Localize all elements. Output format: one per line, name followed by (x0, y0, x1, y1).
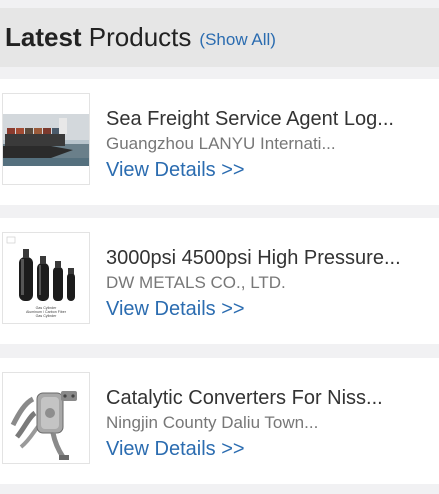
product-card: Sea Freight Service Agent Log... Guangzh… (0, 79, 439, 205)
product-thumbnail[interactable] (2, 93, 90, 185)
section-title-rest: Products (81, 22, 192, 52)
product-company: Guangzhou LANYU Internati... (106, 134, 336, 153)
section-title: Latest Products (5, 22, 191, 53)
product-title[interactable]: Sea Freight Service Agent Log... (106, 108, 394, 131)
product-card: Gas Cylinder Aluminum / Carbon Fiber Gas… (0, 218, 439, 344)
cargo-ship-image (3, 94, 89, 184)
view-details-link[interactable]: View Details >> (106, 438, 245, 461)
view-details-link[interactable]: View Details >> (106, 159, 245, 182)
show-all-link[interactable]: (Show All) (199, 30, 276, 50)
product-company: DW METALS CO., LTD. (106, 273, 286, 292)
gas-cylinders-image: Gas Cylinder Aluminum / Carbon Fiber Gas… (3, 233, 89, 323)
view-details-link[interactable]: View Details >> (106, 298, 245, 321)
product-title[interactable]: Catalytic Converters For Niss... (106, 387, 383, 410)
catalytic-converter-image (3, 373, 89, 463)
product-thumbnail[interactable] (2, 372, 90, 464)
section-header: Latest Products (Show All) (0, 8, 439, 67)
product-card: Catalytic Converters For Niss... Ningjin… (0, 358, 439, 484)
product-thumbnail[interactable]: Gas Cylinder Aluminum / Carbon Fiber Gas… (2, 232, 90, 324)
image-caption-line: Gas Cylinder (36, 314, 58, 318)
section-title-bold: Latest (5, 22, 82, 52)
product-title[interactable]: 3000psi 4500psi High Pressure... (106, 247, 401, 270)
product-company: Ningjin County Daliu Town... (106, 413, 319, 432)
top-strip (0, 0, 439, 8)
